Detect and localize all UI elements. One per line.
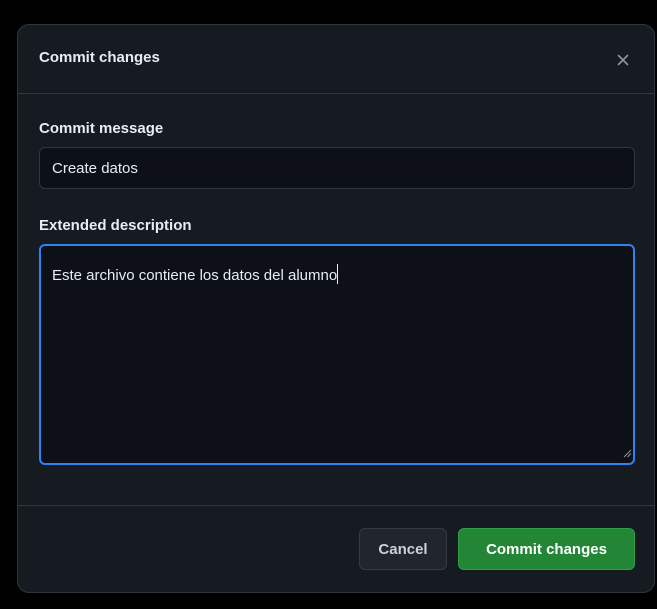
- commit-dialog: Commit changes Commit message Extended d…: [17, 24, 655, 593]
- resize-grip-icon[interactable]: [622, 445, 632, 462]
- cancel-button[interactable]: Cancel: [359, 528, 447, 570]
- commit-message-input[interactable]: [39, 147, 635, 189]
- extended-description-textarea[interactable]: Este archivo contiene los datos del alum…: [39, 244, 635, 465]
- dialog-footer: Cancel Commit changes: [18, 505, 654, 592]
- commit-message-label: Commit message: [39, 120, 164, 137]
- text-cursor: [337, 264, 339, 284]
- close-button[interactable]: [614, 49, 632, 69]
- close-icon: [614, 49, 632, 69]
- dialog-header: Commit changes: [18, 25, 654, 94]
- description-text-content: Este archivo contiene los datos del alum…: [52, 264, 339, 284]
- dialog-title: Commit changes: [39, 49, 160, 66]
- description-text: Este archivo contiene los datos del alum…: [52, 267, 338, 284]
- commit-changes-button[interactable]: Commit changes: [458, 528, 635, 570]
- extended-description-label: Extended description: [39, 217, 192, 234]
